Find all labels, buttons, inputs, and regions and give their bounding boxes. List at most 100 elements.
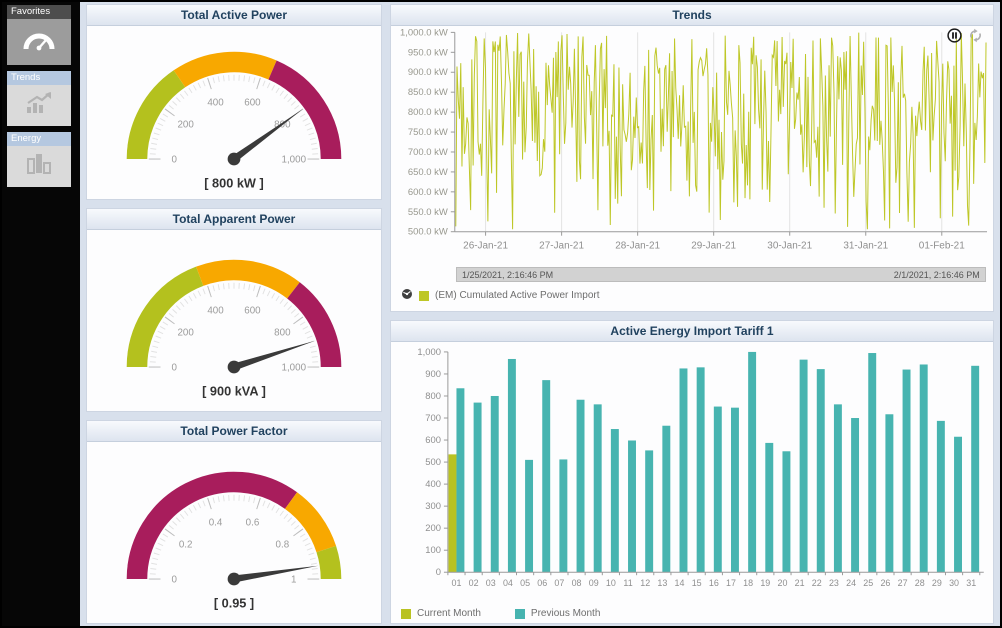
sidebar-group-trends: Trends bbox=[7, 71, 71, 126]
sidebar-header-favorites: Favorites bbox=[7, 5, 71, 19]
svg-text:12: 12 bbox=[640, 578, 650, 588]
panel-title: Total Apparent Power bbox=[87, 209, 381, 230]
gauge-value-label: [ 900 kVA ] bbox=[202, 383, 266, 398]
pause-icon[interactable] bbox=[947, 28, 962, 43]
panel-total-active-power: Total Active Power 02004006008001,000[ 8… bbox=[86, 4, 382, 200]
svg-text:0: 0 bbox=[171, 574, 177, 585]
bar-previous bbox=[971, 366, 979, 572]
svg-text:900.0 kW: 900.0 kW bbox=[408, 67, 448, 78]
svg-text:200: 200 bbox=[177, 327, 194, 338]
svg-text:0: 0 bbox=[171, 362, 177, 373]
svg-text:16: 16 bbox=[709, 578, 719, 588]
bar-previous bbox=[714, 407, 722, 573]
panel-title: Active Energy Import Tariff 1 bbox=[391, 321, 993, 342]
bar-previous bbox=[474, 403, 482, 573]
trend-chart-icon bbox=[24, 91, 54, 120]
svg-text:28: 28 bbox=[915, 578, 925, 588]
svg-text:05: 05 bbox=[520, 578, 530, 588]
main-content: Total Active Power 02004006008001,000[ 8… bbox=[80, 2, 1000, 626]
svg-text:850.0 kW: 850.0 kW bbox=[408, 87, 448, 98]
energy-legend: Current Month Previous Month bbox=[391, 602, 993, 619]
legend-meter-icon[interactable] bbox=[401, 288, 413, 303]
svg-text:17: 17 bbox=[726, 578, 736, 588]
svg-text:29-Jan-21: 29-Jan-21 bbox=[691, 241, 736, 252]
svg-text:700: 700 bbox=[425, 412, 441, 423]
gauge-needle bbox=[228, 566, 319, 586]
svg-text:21: 21 bbox=[795, 578, 805, 588]
svg-text:750.0 kW: 750.0 kW bbox=[408, 127, 448, 138]
svg-text:10: 10 bbox=[606, 578, 616, 588]
svg-text:100: 100 bbox=[425, 544, 441, 555]
svg-text:22: 22 bbox=[812, 578, 822, 588]
bar-previous bbox=[456, 388, 464, 572]
svg-text:700.0 kW: 700.0 kW bbox=[408, 147, 448, 158]
bar-previous bbox=[594, 404, 602, 572]
panel-title: Trends bbox=[391, 5, 993, 26]
panel-active-energy-import: Active Energy Import Tariff 1 1,00090080… bbox=[390, 320, 994, 624]
sidebar-group-favorites: Favorites bbox=[7, 5, 71, 65]
svg-text:02: 02 bbox=[469, 578, 479, 588]
svg-text:03: 03 bbox=[486, 578, 496, 588]
bar-previous bbox=[508, 359, 516, 572]
svg-text:500.0 kW: 500.0 kW bbox=[408, 227, 448, 238]
svg-text:1,000: 1,000 bbox=[417, 346, 441, 357]
bar-previous bbox=[903, 370, 911, 573]
legend-item-current-month: Current Month bbox=[401, 608, 481, 619]
sidebar-header-energy: Energy bbox=[7, 132, 71, 146]
panel-title: Total Power Factor bbox=[87, 421, 381, 442]
svg-text:26: 26 bbox=[880, 578, 890, 588]
svg-text:0: 0 bbox=[171, 154, 177, 165]
svg-text:04: 04 bbox=[503, 578, 513, 588]
refresh-icon[interactable] bbox=[968, 28, 983, 43]
trends-line-chart: 1,000.0 kW950.0 kW900.0 kW850.0 kW800.0 … bbox=[391, 26, 993, 266]
bar-previous bbox=[834, 404, 842, 572]
gauge-value-label: [ 0.95 ] bbox=[214, 595, 254, 610]
svg-text:19: 19 bbox=[760, 578, 770, 588]
svg-text:0.4: 0.4 bbox=[209, 518, 223, 529]
svg-text:600: 600 bbox=[244, 98, 261, 109]
svg-text:29: 29 bbox=[932, 578, 942, 588]
bar-previous bbox=[920, 364, 928, 572]
energy-bars bbox=[449, 352, 980, 572]
scroll-start-timestamp: 1/25/2021, 2:16:46 PM bbox=[462, 270, 553, 280]
svg-text:26-Jan-21: 26-Jan-21 bbox=[463, 241, 508, 252]
svg-text:800: 800 bbox=[274, 327, 291, 338]
gauge-total-power-factor: 00.20.40.60.81[ 0.95 ] bbox=[87, 442, 381, 622]
svg-text:300: 300 bbox=[425, 500, 441, 511]
sidebar-item-energy[interactable] bbox=[7, 146, 71, 187]
svg-text:900: 900 bbox=[425, 368, 441, 379]
sidebar-item-trends[interactable] bbox=[7, 85, 71, 126]
bar-previous bbox=[885, 414, 893, 572]
dashboard-root: Favorites Trends bbox=[2, 2, 1000, 626]
energy-bars-icon bbox=[24, 151, 54, 182]
bar-previous bbox=[954, 437, 962, 572]
svg-text:600: 600 bbox=[425, 434, 441, 445]
bar-current bbox=[449, 454, 457, 572]
svg-text:600.0 kW: 600.0 kW bbox=[408, 187, 448, 198]
svg-text:200: 200 bbox=[425, 522, 441, 533]
bar-previous bbox=[662, 426, 670, 573]
svg-text:11: 11 bbox=[623, 578, 632, 588]
bar-previous bbox=[851, 418, 859, 572]
bar-previous bbox=[491, 396, 499, 572]
bar-previous bbox=[628, 440, 636, 572]
energy-bar-chart: 1,00090080070060050040030020010000102030… bbox=[391, 342, 993, 602]
sidebar: Favorites Trends bbox=[2, 2, 80, 626]
legend-item-previous-month: Previous Month bbox=[515, 608, 600, 619]
previous-month-swatch bbox=[515, 609, 525, 619]
bar-previous bbox=[680, 368, 688, 572]
sidebar-item-favorites-gauges[interactable] bbox=[7, 19, 71, 65]
svg-text:27-Jan-21: 27-Jan-21 bbox=[539, 241, 584, 252]
svg-text:600: 600 bbox=[244, 306, 261, 317]
panel-total-apparent-power: Total Apparent Power 02004006008001,000[… bbox=[86, 208, 382, 412]
svg-text:25: 25 bbox=[863, 578, 873, 588]
bar-previous bbox=[765, 443, 773, 572]
bar-previous bbox=[697, 367, 705, 572]
svg-text:14: 14 bbox=[675, 578, 685, 588]
svg-text:1,000: 1,000 bbox=[282, 362, 307, 373]
svg-text:0.2: 0.2 bbox=[179, 539, 193, 550]
svg-text:20: 20 bbox=[777, 578, 787, 588]
svg-text:1,000: 1,000 bbox=[282, 154, 307, 165]
svg-text:07: 07 bbox=[554, 578, 564, 588]
trends-time-scrollbar[interactable]: 1/25/2021, 2:16:46 PM 2/1/2021, 2:16:46 … bbox=[456, 267, 986, 282]
